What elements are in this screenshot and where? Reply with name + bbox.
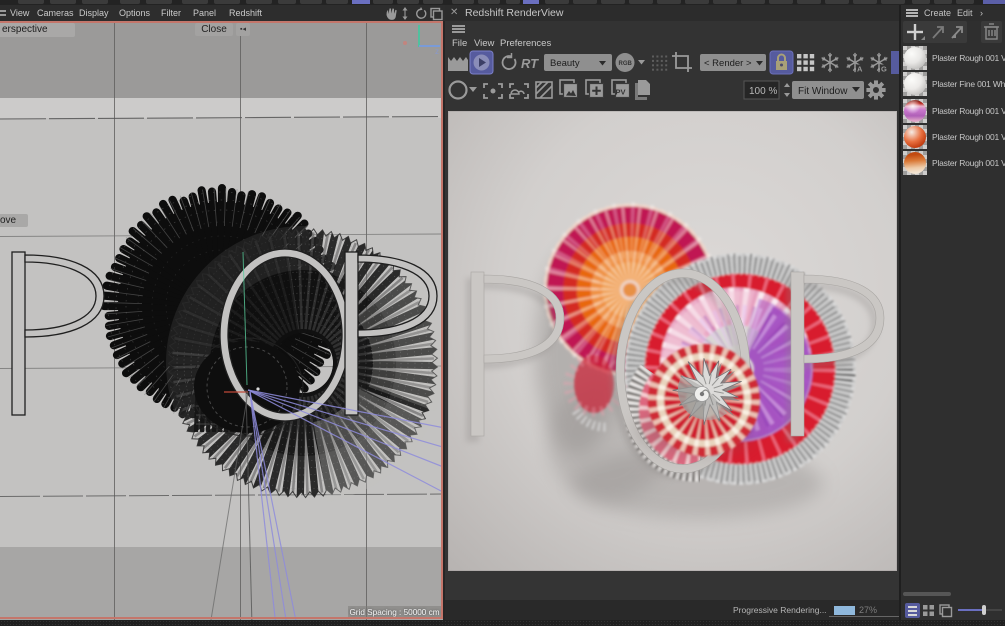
svg-text:100 %: 100 % <box>749 86 777 97</box>
svg-text:Beauty: Beauty <box>550 58 580 69</box>
svg-text:G: G <box>881 65 887 74</box>
svg-text:RT: RT <box>521 56 539 71</box>
svg-text:RGB: RGB <box>619 61 633 67</box>
svg-text:PV: PV <box>616 88 626 97</box>
svg-text:A: A <box>857 65 863 74</box>
svg-text:Fit Window: Fit Window <box>798 86 848 97</box>
svg-text:< Render >: < Render > <box>704 58 752 69</box>
